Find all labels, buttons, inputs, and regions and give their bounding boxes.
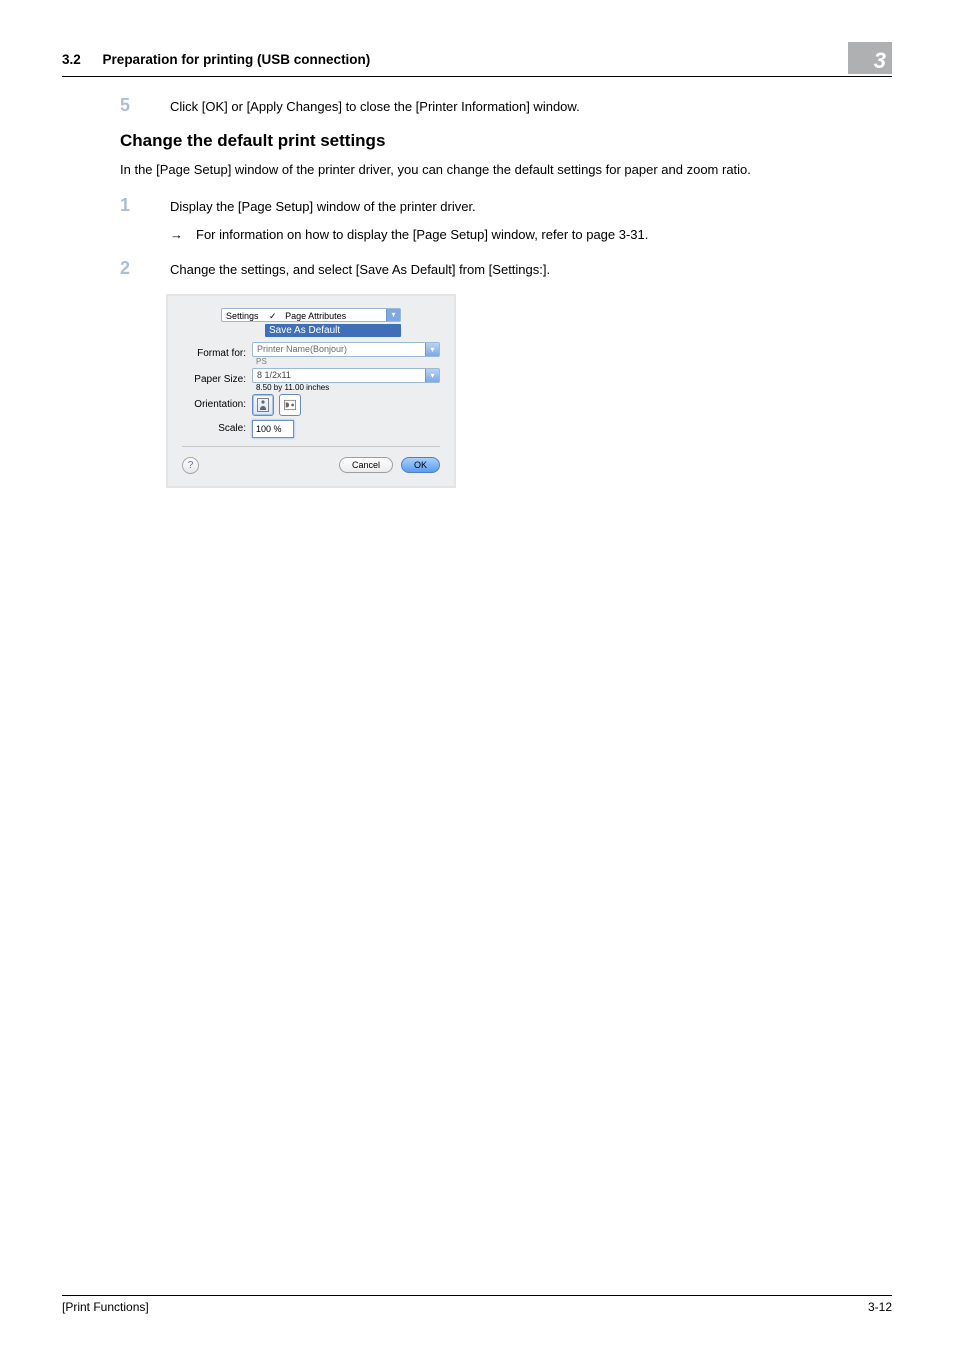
divider <box>182 446 440 447</box>
section-title: Preparation for printing (USB connection… <box>103 52 371 67</box>
step-5: 5 Click [OK] or [Apply Changes] to close… <box>120 95 892 117</box>
cancel-button[interactable]: Cancel <box>339 457 393 473</box>
checkmark-icon <box>269 311 283 321</box>
person-landscape-icon <box>284 398 296 412</box>
dropdown-arrow-icon: ▾ <box>386 309 400 321</box>
ok-button[interactable]: OK <box>401 457 440 473</box>
settings-label: Settings <box>226 311 259 321</box>
format-for-label: Format for: <box>182 348 252 359</box>
paper-size-select[interactable]: 8 1/2x11 ▾ <box>252 368 440 383</box>
format-for-select[interactable]: Printer Name(Bonjour) ▾ <box>252 342 440 357</box>
paper-size-subtitle: 8.50 by 11.00 inches <box>252 383 440 392</box>
format-for-value: Printer Name(Bonjour) <box>257 344 347 354</box>
orientation-label: Orientation: <box>182 399 252 410</box>
help-button[interactable]: ? <box>182 457 199 474</box>
step-number-1: 1 <box>120 195 170 244</box>
sub-arrow-icon: → <box>170 225 196 245</box>
page-header: 3.2 Preparation for printing (USB connec… <box>62 42 892 77</box>
settings-value: Page Attributes <box>285 311 346 321</box>
section-number: 3.2 <box>62 52 81 67</box>
heading-change-default: Change the default print settings <box>120 131 892 151</box>
scale-label: Scale: <box>182 423 252 434</box>
format-for-subtitle: PS <box>252 357 440 366</box>
dropdown-arrow-icon: ▾ <box>425 369 439 382</box>
step-2: 2 Change the settings, and select [Save … <box>120 258 892 280</box>
footer-left: [Print Functions] <box>62 1300 149 1314</box>
step-1-sub-text: For information on how to display the [P… <box>196 225 648 245</box>
step-1-text: Display the [Page Setup] window of the p… <box>170 197 892 217</box>
step-number-2: 2 <box>120 258 170 280</box>
page-footer: [Print Functions] 3-12 <box>62 1295 892 1314</box>
step-5-text: Click [OK] or [Apply Changes] to close t… <box>170 95 892 117</box>
page-setup-dialog: Settings Page Attributes ▾ Save As Defau… <box>166 294 456 488</box>
footer-page-number: 3-12 <box>868 1300 892 1314</box>
step-1: 1 Display the [Page Setup] window of the… <box>120 195 892 244</box>
step-number-5: 5 <box>120 95 170 117</box>
scale-input[interactable]: 100 % <box>252 420 294 438</box>
intro-paragraph: In the [Page Setup] window of the printe… <box>120 161 892 180</box>
orientation-portrait-button[interactable] <box>252 394 274 416</box>
paper-size-value: 8 1/2x11 <box>257 370 291 380</box>
chapter-badge: 3 <box>848 42 892 74</box>
step-2-text: Change the settings, and select [Save As… <box>170 258 892 280</box>
dropdown-arrow-icon: ▾ <box>425 343 439 356</box>
paper-size-label: Paper Size: <box>182 374 252 385</box>
person-portrait-icon <box>257 398 269 412</box>
orientation-landscape-button[interactable] <box>279 394 301 416</box>
settings-dropdown[interactable]: Settings Page Attributes ▾ <box>221 308 401 322</box>
save-as-default-option[interactable]: Save As Default <box>265 324 401 337</box>
